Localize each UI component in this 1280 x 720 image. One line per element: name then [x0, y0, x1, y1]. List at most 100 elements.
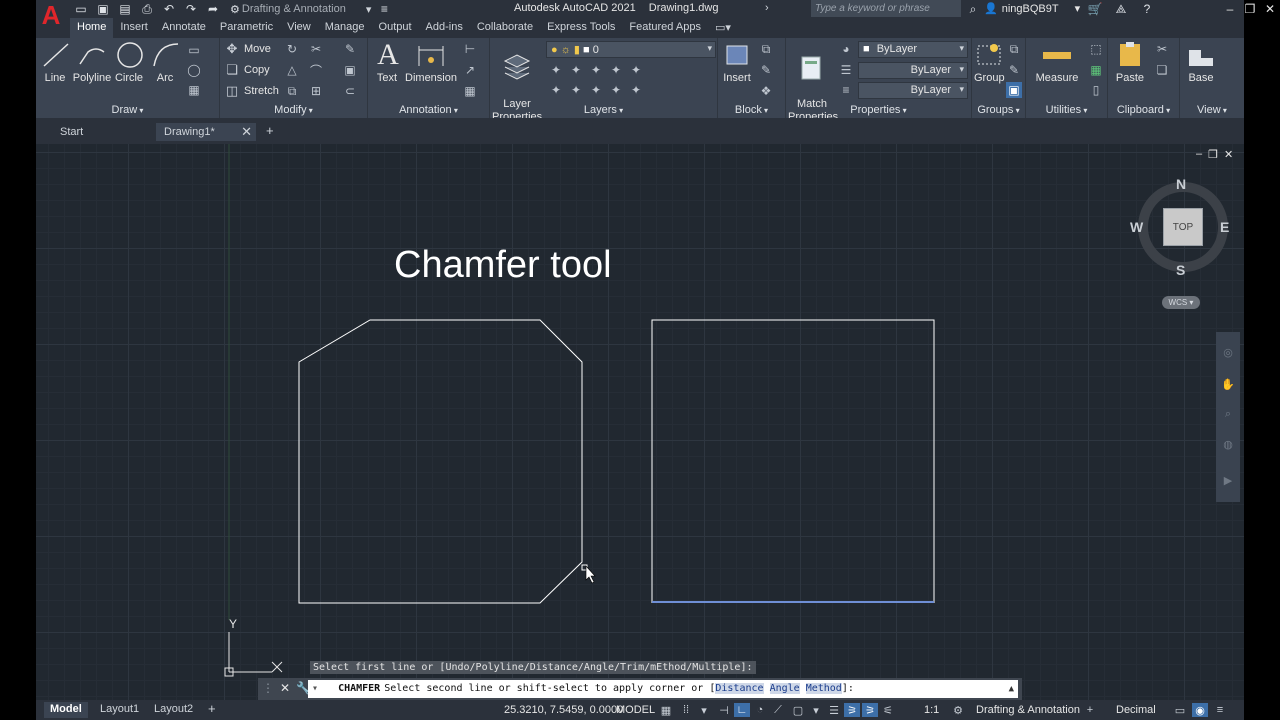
- rectangle-icon[interactable]: ▭: [186, 42, 202, 58]
- restore-icon[interactable]: ❐: [1242, 0, 1258, 17]
- tab-home[interactable]: Home: [70, 18, 114, 38]
- cut-icon[interactable]: ✂: [1154, 41, 1170, 57]
- color-select[interactable]: ■ ByLayer: [858, 41, 968, 58]
- quick-select-icon[interactable]: ⬚: [1088, 41, 1104, 57]
- paste-button[interactable]: Paste: [1114, 40, 1146, 85]
- id-point-icon[interactable]: ▯: [1088, 82, 1104, 98]
- open-icon[interactable]: ▭: [72, 1, 90, 17]
- text-button[interactable]: A Text: [372, 40, 402, 85]
- copy-button[interactable]: ❏ Copy: [224, 60, 270, 80]
- create-block-icon[interactable]: ⧉: [758, 41, 774, 57]
- annotation-scale[interactable]: 1:1: [924, 704, 939, 716]
- layer-tool-icon[interactable]: ✦: [568, 62, 584, 78]
- infer-constraints-icon[interactable]: ⊣: [716, 703, 732, 717]
- new-tab-icon[interactable]: +: [266, 123, 274, 138]
- offset-icon[interactable]: ⊂: [342, 83, 358, 99]
- search-input[interactable]: Type a keyword or phrase: [811, 0, 961, 17]
- add-layout-icon[interactable]: +: [208, 701, 216, 716]
- utilities-panel-title[interactable]: Utilities: [1026, 104, 1107, 116]
- close-icon[interactable]: ✕: [1224, 148, 1233, 161]
- save-as-icon[interactable]: ▤: [116, 1, 134, 17]
- fillet-icon[interactable]: ⌒: [308, 62, 324, 78]
- ellipse-icon[interactable]: ◯: [186, 62, 202, 78]
- attribute-icon[interactable]: ❖: [758, 83, 774, 99]
- layer-select[interactable]: ● ☼ ▮ ■ 0: [546, 41, 716, 58]
- grid-icon[interactable]: ▦: [658, 703, 674, 717]
- close-icon[interactable]: ✕: [280, 681, 290, 695]
- color-wheel-icon[interactable]: ◕: [838, 41, 854, 57]
- table-icon[interactable]: ▦: [462, 83, 478, 99]
- polar-tracking-icon[interactable]: ◔: [752, 703, 768, 717]
- pan-icon[interactable]: ✋: [1220, 378, 1236, 394]
- tab-view[interactable]: View: [280, 18, 318, 38]
- minimize-icon[interactable]: –: [1196, 148, 1202, 161]
- view-panel-title[interactable]: View: [1180, 104, 1244, 116]
- tab-drawing1[interactable]: Drawing1* ✕: [156, 123, 256, 141]
- auto-scale-icon[interactable]: ⚞: [862, 703, 878, 717]
- layout-tab-layout2[interactable]: Layout2: [148, 702, 199, 718]
- tab-express-tools[interactable]: Express Tools: [540, 18, 622, 38]
- leader-icon[interactable]: ↗: [462, 62, 478, 78]
- customization-icon[interactable]: ≡: [1212, 703, 1228, 717]
- polyline-button[interactable]: Polyline: [70, 40, 114, 85]
- layer-tool-icon[interactable]: ✦: [568, 82, 584, 98]
- snap-icon[interactable]: ⁞⁞: [678, 703, 694, 717]
- scale-icon[interactable]: ⧉: [284, 83, 300, 99]
- mirror-icon[interactable]: △: [284, 62, 300, 78]
- viewcube[interactable]: N S E W TOP: [1130, 176, 1234, 282]
- base-button[interactable]: Base: [1184, 40, 1218, 85]
- lineweight-icon[interactable]: ☰: [838, 62, 854, 78]
- coordinates-readout[interactable]: 25.3210, 7.5459, 0.0000: [504, 704, 623, 716]
- share-icon[interactable]: ➦: [204, 1, 222, 17]
- help-icon[interactable]: ?: [1138, 1, 1156, 17]
- properties-panel-title[interactable]: Properties: [786, 104, 971, 116]
- tab-add-ins[interactable]: Add-ins: [419, 18, 470, 38]
- tab-annotate[interactable]: Annotate: [155, 18, 213, 38]
- tab-output[interactable]: Output: [372, 18, 419, 38]
- quick-properties-icon[interactable]: ▭: [1172, 703, 1188, 717]
- erase-icon[interactable]: ✎: [342, 41, 358, 57]
- zoom-icon[interactable]: ⌕: [1220, 408, 1236, 424]
- clipboard-panel-title[interactable]: Clipboard: [1108, 104, 1179, 116]
- layer-tool-icon[interactable]: ✦: [588, 82, 604, 98]
- units-select[interactable]: Decimal: [1116, 704, 1156, 716]
- insert-button[interactable]: Insert: [720, 40, 754, 85]
- group-selection-icon[interactable]: ▣: [1006, 82, 1022, 98]
- cart-icon[interactable]: 🛒: [1086, 1, 1104, 17]
- south-label[interactable]: S: [1176, 262, 1185, 278]
- array-icon[interactable]: ⊞: [308, 83, 324, 99]
- close-icon[interactable]: ✕: [1262, 0, 1278, 17]
- object-snap-tracking-icon[interactable]: ▢: [790, 703, 806, 717]
- tab-featured-apps[interactable]: Featured Apps: [622, 18, 708, 38]
- edit-block-icon[interactable]: ✎: [758, 62, 774, 78]
- arc-button[interactable]: Arc: [150, 40, 180, 85]
- layer-tool-icon[interactable]: ✦: [628, 82, 644, 98]
- copy-clip-icon[interactable]: ❏: [1154, 62, 1170, 78]
- chevron-up-icon[interactable]: ▲: [1009, 684, 1014, 694]
- stretch-button[interactable]: ◫ Stretch: [224, 81, 279, 101]
- option-angle[interactable]: Angle: [769, 683, 800, 694]
- layer-tool-icon[interactable]: ✦: [628, 62, 644, 78]
- layer-tool-icon[interactable]: ✦: [548, 62, 564, 78]
- layout-tab-model[interactable]: Model: [44, 702, 88, 718]
- orbit-icon[interactable]: ◍: [1220, 438, 1236, 454]
- autodesk-app-icon[interactable]: ⟁: [1112, 1, 1130, 17]
- recent-commands-icon[interactable]: ▾: [312, 683, 318, 694]
- tab-manage[interactable]: Manage: [318, 18, 372, 38]
- annotation-monitor-icon[interactable]: +: [1082, 703, 1098, 717]
- restore-icon[interactable]: ❐: [1208, 148, 1218, 161]
- block-panel-title[interactable]: Block: [718, 104, 785, 116]
- lineweight-select[interactable]: ByLayer: [858, 62, 968, 79]
- layer-tool-icon[interactable]: ✦: [608, 82, 624, 98]
- customize-icon[interactable]: ≡: [375, 1, 393, 17]
- showmotion-icon[interactable]: ▶: [1220, 474, 1236, 490]
- save-icon[interactable]: ▣: [94, 1, 112, 17]
- settings-gear-icon[interactable]: ⚙: [950, 703, 966, 717]
- west-label[interactable]: W: [1130, 219, 1143, 235]
- ribbon-options-icon[interactable]: ▭▾: [708, 18, 738, 38]
- circle-button[interactable]: Circle: [114, 40, 144, 85]
- tab-start[interactable]: Start: [60, 123, 83, 141]
- steering-wheel-icon[interactable]: ◎: [1220, 346, 1236, 362]
- viewcube-top-face[interactable]: TOP: [1163, 208, 1203, 246]
- grip-icon[interactable]: ⋮: [262, 681, 274, 695]
